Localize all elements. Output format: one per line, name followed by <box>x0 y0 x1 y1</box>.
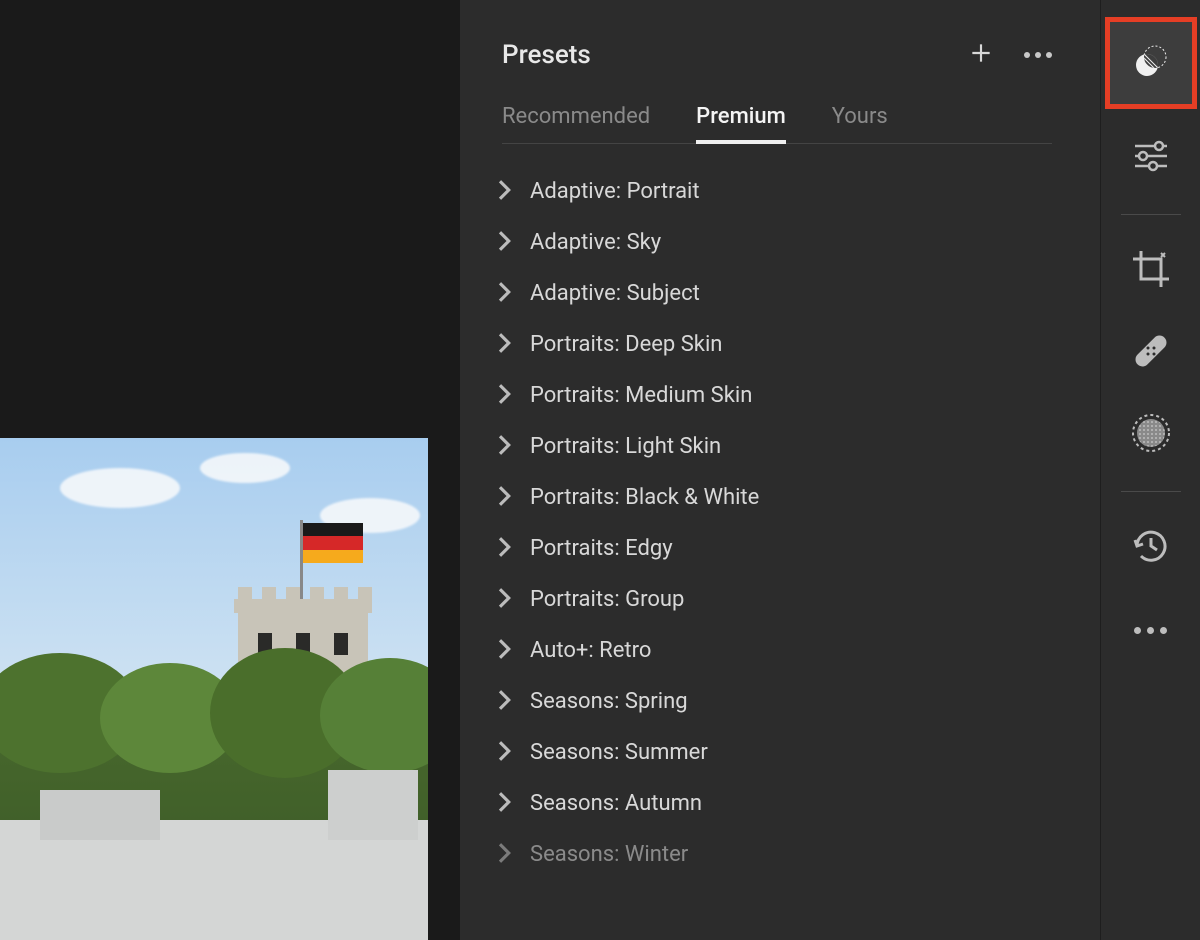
preset-label: Seasons: Spring <box>530 689 688 714</box>
preset-group[interactable]: Portraits: Edgy <box>498 523 1100 574</box>
healing-tool-button[interactable] <box>1119 321 1183 385</box>
preset-label: Seasons: Summer <box>530 740 708 765</box>
photo-flag <box>303 523 363 563</box>
preset-label: Portraits: Black & White <box>530 485 759 510</box>
preset-list: Adaptive: Portrait Adaptive: Sky Adaptiv… <box>460 166 1100 880</box>
preset-group[interactable]: Adaptive: Subject <box>498 268 1100 319</box>
preset-group[interactable]: Adaptive: Sky <box>498 217 1100 268</box>
preset-group[interactable]: Seasons: Autumn <box>498 778 1100 829</box>
preset-group[interactable]: Portraits: Group <box>498 574 1100 625</box>
preset-label: Portraits: Edgy <box>530 536 673 561</box>
panel-title: Presets <box>502 40 591 70</box>
preset-group[interactable]: Auto+: Retro <box>498 625 1100 676</box>
preset-group[interactable]: Adaptive: Portrait <box>498 166 1100 217</box>
mask-icon <box>1130 412 1172 458</box>
preset-group[interactable]: Portraits: Light Skin <box>498 421 1100 472</box>
preset-label: Portraits: Medium Skin <box>530 383 752 408</box>
chevron-right-icon <box>498 843 512 867</box>
preset-label: Seasons: Autumn <box>530 791 702 816</box>
chevron-right-icon <box>498 282 512 306</box>
edit-tool-button[interactable] <box>1119 126 1183 190</box>
presets-icon <box>1133 43 1169 83</box>
preset-group[interactable]: Seasons: Summer <box>498 727 1100 778</box>
presets-panel: Presets Recommended Premium Yours Adapti… <box>460 0 1100 940</box>
header-actions <box>968 40 1052 70</box>
preset-group[interactable]: Portraits: Deep Skin <box>498 319 1100 370</box>
tool-rail <box>1100 0 1200 940</box>
versions-tool-button[interactable] <box>1119 516 1183 580</box>
chevron-right-icon <box>498 690 512 714</box>
preset-label: Portraits: Group <box>530 587 684 612</box>
preset-label: Adaptive: Subject <box>530 281 700 306</box>
preset-label: Auto+: Retro <box>530 638 651 663</box>
chevron-right-icon <box>498 384 512 408</box>
presets-tool-button[interactable] <box>1110 22 1192 104</box>
chevron-right-icon <box>498 741 512 765</box>
panel-more-button[interactable] <box>1024 52 1052 58</box>
preset-group[interactable]: Seasons: Spring <box>498 676 1100 727</box>
chevron-right-icon <box>498 231 512 255</box>
preset-label: Adaptive: Sky <box>530 230 661 255</box>
bandage-icon <box>1130 330 1172 376</box>
chevron-right-icon <box>498 588 512 612</box>
chevron-right-icon <box>498 639 512 663</box>
preset-group[interactable]: Portraits: Medium Skin <box>498 370 1100 421</box>
preset-tabs: Recommended Premium Yours <box>502 104 1052 144</box>
crop-tool-button[interactable] <box>1119 239 1183 303</box>
masking-tool-button[interactable] <box>1119 403 1183 467</box>
preset-label: Adaptive: Portrait <box>530 179 700 204</box>
chevron-right-icon <box>498 537 512 561</box>
more-icon <box>1134 627 1167 634</box>
rail-divider <box>1121 214 1181 215</box>
chevron-right-icon <box>498 333 512 357</box>
chevron-right-icon <box>498 435 512 459</box>
preset-group[interactable]: Portraits: Black & White <box>498 472 1100 523</box>
photo-preview[interactable] <box>0 438 428 940</box>
preset-group[interactable]: Seasons: Winter <box>498 829 1100 880</box>
canvas-area <box>0 0 460 940</box>
chevron-right-icon <box>498 180 512 204</box>
panel-header: Presets <box>460 40 1100 104</box>
tab-premium[interactable]: Premium <box>696 104 786 143</box>
tab-recommended[interactable]: Recommended <box>502 104 650 143</box>
photo-wall <box>0 820 428 940</box>
rail-divider <box>1121 491 1181 492</box>
tab-yours[interactable]: Yours <box>832 104 888 143</box>
preset-label: Portraits: Light Skin <box>530 434 721 459</box>
history-icon <box>1131 526 1171 570</box>
sliders-icon <box>1131 136 1171 180</box>
preset-label: Portraits: Deep Skin <box>530 332 722 357</box>
chevron-right-icon <box>498 486 512 510</box>
preset-label: Seasons: Winter <box>530 842 688 867</box>
chevron-right-icon <box>498 792 512 816</box>
crop-icon <box>1131 249 1171 293</box>
add-preset-button[interactable] <box>968 40 994 70</box>
rail-more-button[interactable] <box>1119 598 1183 662</box>
